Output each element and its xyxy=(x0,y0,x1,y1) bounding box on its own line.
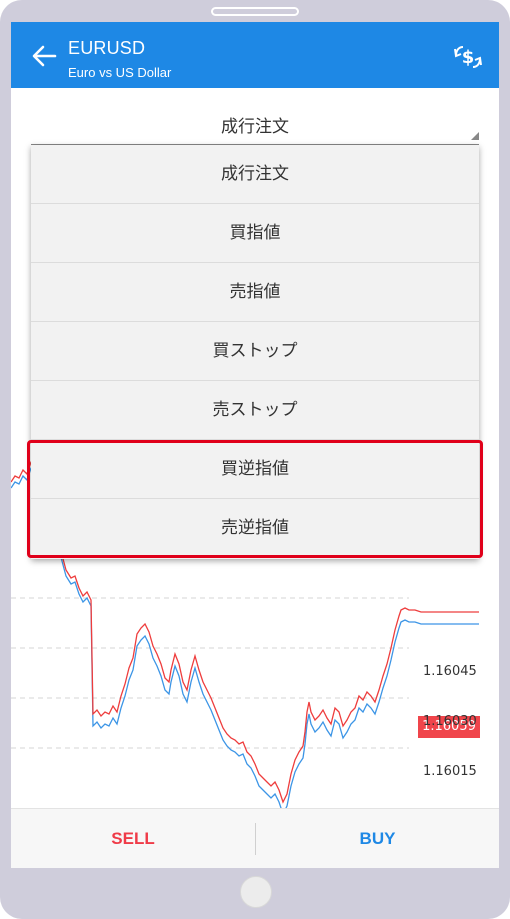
trade-action-bar: SELL BUY xyxy=(11,808,499,868)
home-button[interactable] xyxy=(240,876,272,908)
price-level-label: 1.16015 xyxy=(423,764,477,779)
back-arrow-icon[interactable] xyxy=(31,44,57,68)
trade-dollar-icon[interactable]: $ xyxy=(451,42,485,72)
sell-button[interactable]: SELL xyxy=(11,809,255,868)
order-type-option-sell-stop[interactable]: 売ストップ xyxy=(31,381,479,440)
order-type-option-market[interactable]: 成行注文 xyxy=(31,145,479,204)
dropdown-caret-icon xyxy=(471,132,479,140)
chart-gridlines xyxy=(11,597,409,749)
order-type-selected: 成行注文 xyxy=(221,117,289,137)
buy-button[interactable]: BUY xyxy=(256,809,499,868)
symbol-title: EURUSD xyxy=(68,38,146,58)
phone-speaker xyxy=(211,7,299,16)
phone-frame: EURUSD Euro vs US Dollar $ 成行注文 1.16059 … xyxy=(0,0,510,919)
price-level-label: 1.16030 xyxy=(423,714,477,729)
order-type-option-buy-limit[interactable]: 買指値 xyxy=(31,204,479,263)
order-type-select[interactable]: 成行注文 xyxy=(11,88,499,146)
symbol-description: Euro vs US Dollar xyxy=(68,65,172,80)
svg-text:$: $ xyxy=(462,47,475,68)
highlight-box xyxy=(27,440,483,558)
order-type-option-buy-stop[interactable]: 買ストップ xyxy=(31,322,479,381)
app-screen: EURUSD Euro vs US Dollar $ 成行注文 1.16059 … xyxy=(11,22,499,868)
app-bar: EURUSD Euro vs US Dollar $ xyxy=(11,22,499,88)
price-level-label: 1.16045 xyxy=(423,664,477,679)
order-type-option-sell-limit[interactable]: 売指値 xyxy=(31,263,479,322)
